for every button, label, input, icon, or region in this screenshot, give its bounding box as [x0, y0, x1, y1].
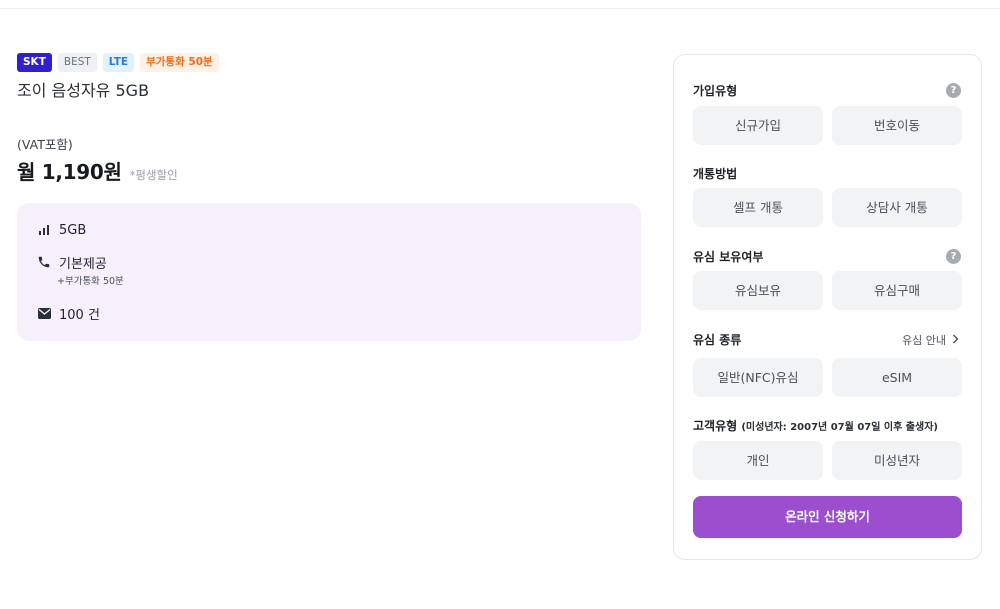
- feature-voice-sub: +부가통화 50분: [57, 276, 124, 287]
- feature-sms-label: 100 건: [59, 307, 100, 323]
- price-row: 월 1,190원 *평생할인: [17, 156, 641, 184]
- plan-title: 조이 음성자유 5GB: [17, 81, 150, 100]
- envelope-icon: [37, 306, 51, 320]
- feature-voice-label: 기본제공: [59, 256, 107, 272]
- plan-tags: SKT BEST LTE 부가통화 50분: [17, 53, 641, 72]
- usim-owned-title: 유심 보유여부: [693, 250, 764, 264]
- option-new-subscription[interactable]: 신규가입: [693, 106, 823, 145]
- extra-call-badge: 부가통화 50분: [140, 53, 219, 72]
- feature-data: 5GB: [37, 220, 86, 240]
- usim-guide-label: 유심 안내: [902, 334, 946, 347]
- usim-guide-link[interactable]: 유심 안내: [902, 332, 959, 348]
- plan-features-box: 5GB 기본제공 +부가통화 50분 100 건: [17, 203, 641, 341]
- usim-type-title: 유심 종류: [693, 333, 742, 347]
- phone-icon: [37, 255, 51, 269]
- monthly-price: 월 1,190원: [17, 160, 122, 184]
- plan-summary: SKT BEST LTE 부가통화 50분 조이 음성자유 5GB (VAT포함…: [17, 53, 641, 341]
- option-number-port[interactable]: 번호이동: [832, 106, 962, 145]
- feature-voice: 기본제공 +부가통화 50분: [37, 252, 124, 287]
- option-self-activation[interactable]: 셀프 개통: [693, 188, 823, 227]
- activation-title: 개통방법: [693, 167, 738, 181]
- option-agent-activation[interactable]: 상담사 개통: [832, 188, 962, 227]
- join-type-title: 가입유형: [693, 84, 738, 98]
- option-esim[interactable]: eSIM: [832, 358, 962, 397]
- customer-type-note: (미성년자: 2007년 07월 07일 이후 출생자): [741, 422, 938, 433]
- join-type-help-icon[interactable]: ?: [946, 83, 961, 98]
- option-individual[interactable]: 개인: [693, 441, 823, 480]
- application-form: 가입유형 ? 신규가입 번호이동 개통방법 셀프 개통 상담사 개통 유심 보유…: [673, 54, 982, 560]
- feature-sms: 100 건: [37, 303, 100, 323]
- header-divider: [0, 8, 1000, 9]
- network-badge: LTE: [102, 53, 135, 72]
- option-usim-owned[interactable]: 유심보유: [693, 271, 823, 310]
- signal-bars-icon: [37, 223, 51, 237]
- customer-type-title: 고객유형 (미성년자: 2007년 07월 07일 이후 출생자): [693, 418, 938, 434]
- usim-owned-help-icon[interactable]: ?: [946, 249, 961, 264]
- price-note: *평생할인: [129, 168, 178, 182]
- feature-voice-row: 기본제공: [37, 252, 124, 272]
- option-usim-buy[interactable]: 유심구매: [832, 271, 962, 310]
- apply-online-button[interactable]: 온라인 신청하기: [693, 496, 962, 538]
- feature-data-label: 5GB: [59, 222, 87, 238]
- customer-type-label: 고객유형: [693, 419, 738, 433]
- option-usim-nfc[interactable]: 일반(NFC)유심: [693, 358, 823, 397]
- vat-label: (VAT포함): [17, 137, 73, 152]
- chevron-right-icon: [952, 334, 959, 347]
- carrier-badge: SKT: [17, 53, 52, 72]
- option-minor[interactable]: 미성년자: [832, 441, 962, 480]
- best-badge: BEST: [57, 53, 97, 72]
